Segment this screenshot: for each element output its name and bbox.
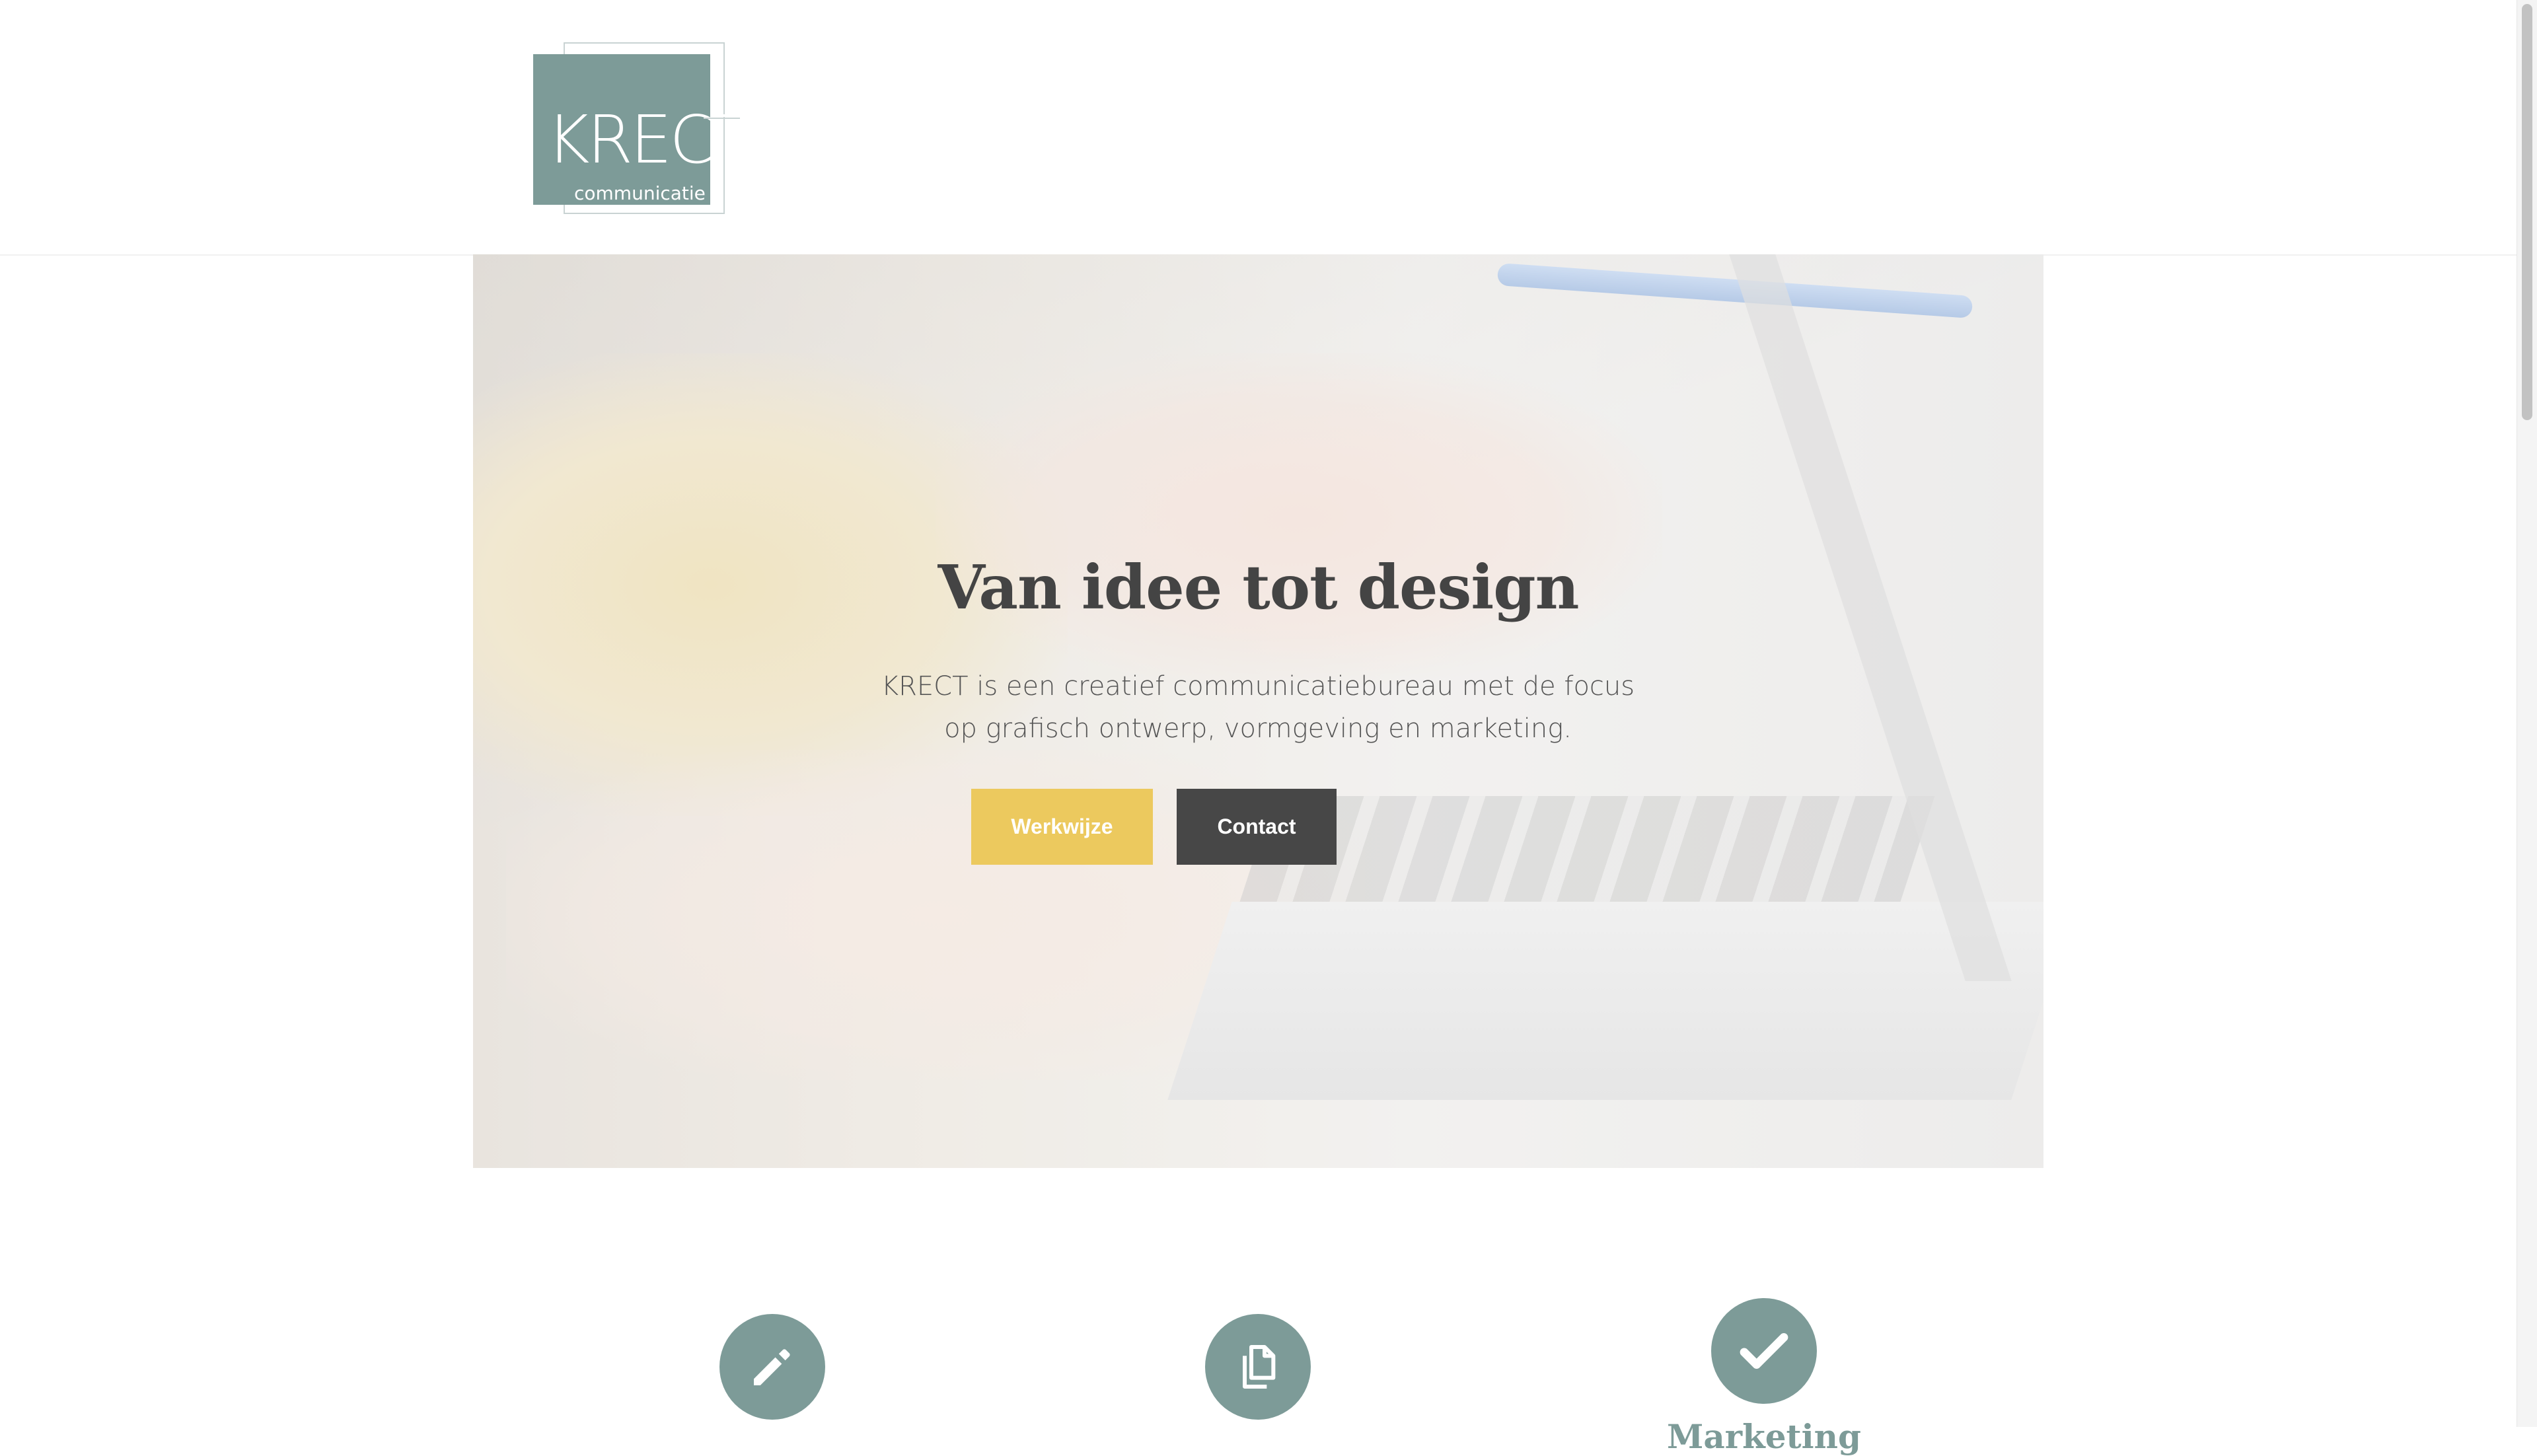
hero-description-line-2: op grafisch ontwerp, vormgeving en marke… (944, 713, 1572, 744)
feature-title-marketing: Marketing (1667, 1417, 1861, 1456)
feature-card-vormgeving (1152, 1314, 1364, 1420)
contact-button[interactable]: Contact (1177, 789, 1337, 865)
copy-icon (1205, 1314, 1311, 1420)
logo-subtitle: communicatie (574, 182, 706, 204)
hero-title: Van idee tot design (938, 552, 1579, 623)
logo-wordmark: KRECT (546, 101, 753, 178)
page-scrollbar[interactable] (2517, 0, 2537, 1427)
feature-card-marketing: Marketing (1658, 1298, 1870, 1456)
hero-description-line-1: KRECT is een creatief communicatiebureau… (881, 671, 1635, 702)
hero-description: KRECT is een creatief communicatiebureau… (828, 665, 1687, 750)
krect-logo[interactable]: KRECT communicatie (532, 40, 753, 218)
werkwijze-button[interactable]: Werkwijze (971, 789, 1153, 865)
hero-section: Van idee tot design KRECT is een creatie… (473, 254, 2043, 1168)
pencil-icon (719, 1314, 825, 1420)
logo-box: KRECT communicatie (533, 54, 753, 205)
feature-card-design (673, 1314, 871, 1420)
site-header: KRECT communicatie (0, 0, 2517, 256)
logo-line (704, 118, 740, 119)
scrollbar-thumb[interactable] (2522, 4, 2532, 420)
check-icon (1711, 1298, 1817, 1404)
